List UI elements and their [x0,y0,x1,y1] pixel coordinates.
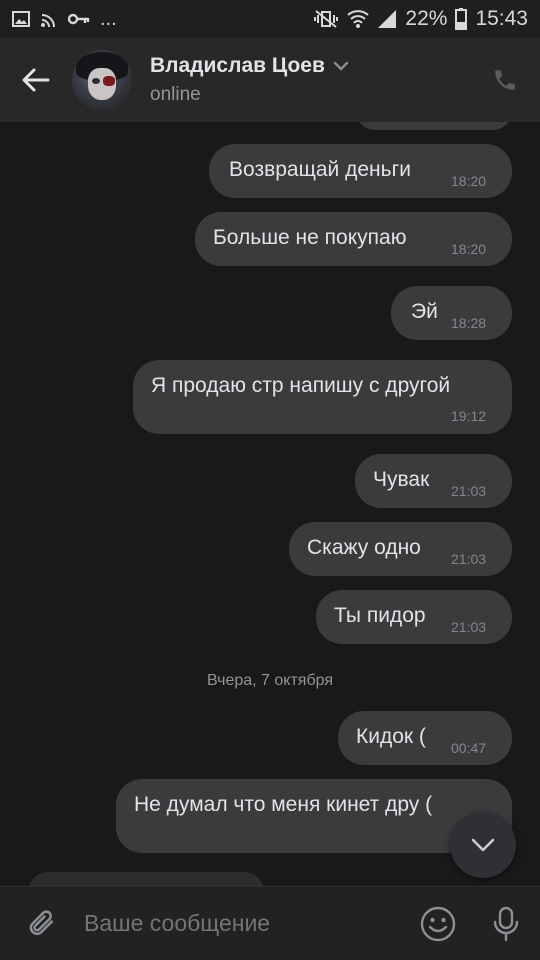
message-bubble[interactable]: Возвращай деньги 18:20 [209,144,512,198]
scroll-down-button[interactable] [450,812,516,878]
chevron-down-icon [471,838,495,852]
message-text: Больше не покупаю [213,226,407,249]
image-icon [12,11,30,27]
message-composer [0,886,540,960]
message-time: 18:20 [451,241,487,257]
emoji-button[interactable] [404,906,472,942]
message-bubble[interactable]: Эй 18:28 [391,286,512,340]
message-bubble[interactable]: Кидок ( 00:47 [338,711,512,765]
back-button[interactable] [0,38,72,122]
battery-percent: 22% [405,7,448,30]
signal-icon [377,9,397,29]
phone-icon [495,70,515,90]
arrow-left-icon [22,68,50,92]
message-text: Не думал что меня кинет дру ( [134,793,433,816]
microphone-icon [493,906,519,941]
avatar[interactable] [72,50,132,110]
message-time: 18:28 [451,315,487,331]
call-button[interactable] [470,67,540,93]
message-input[interactable] [84,910,404,937]
message-text: Возвращай деньги [229,158,411,181]
message-text: Ты пидор [334,604,426,627]
wifi-icon [347,9,370,29]
message-time: 21:03 [451,619,487,635]
message-time: 00:47 [451,740,487,756]
chevron-down-icon [333,61,349,71]
smile-icon [420,906,456,941]
message-bubble[interactable]: Я продаю стр напишу с другой 19:12 [133,360,512,434]
message-time: 21:03 [451,551,487,567]
message-bubble-partial[interactable] [28,872,264,886]
voice-message-button[interactable] [472,906,540,942]
battery-icon [455,8,468,30]
message-bubble-partial[interactable] [356,122,512,130]
status-bar: ... 22% 15:43 [0,0,540,38]
message-text: Чувак [373,468,430,491]
contact-name: Владислав Цоев [150,54,325,77]
contact-info[interactable]: Владислав Цоев online [150,54,470,106]
paperclip-icon [29,909,54,935]
message-time: 18:20 [451,173,487,189]
message-time: 21:03 [451,483,487,499]
attach-button[interactable] [0,908,84,940]
message-time: 19:12 [451,408,487,424]
message-list[interactable]: Возвращай деньги 18:20 Больше не покупаю… [0,122,540,886]
message-text: Эй [411,300,438,323]
message-text: Кидок ( [356,725,426,748]
message-text: Скажу одно [307,536,421,559]
chat-header: Владислав Цоев online [0,38,540,122]
status-more: ... [100,7,117,30]
message-bubble[interactable]: Ты пидор 21:03 [316,590,512,644]
contact-status: online [150,84,201,105]
message-bubble[interactable]: Чувак 21:03 [355,454,512,508]
date-separator: Вчера, 7 октября [206,672,334,689]
message-text: Я продаю стр напишу с другой [151,374,451,397]
key-icon [68,12,90,26]
vibrate-mute-icon [313,9,339,29]
message-bubble[interactable]: Скажу одно 21:03 [289,522,512,576]
status-time: 15:43 [475,7,528,30]
message-bubble[interactable]: Больше не покупаю 18:20 [195,212,512,266]
cast-icon [40,11,58,27]
